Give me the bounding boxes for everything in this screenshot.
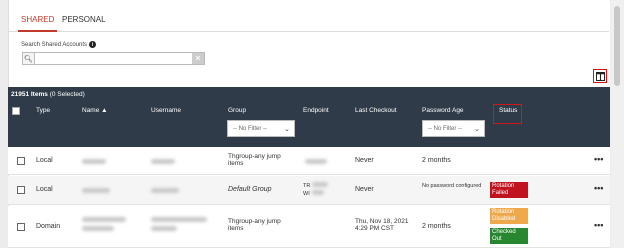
row-endpoint-redacted bbox=[311, 190, 324, 195]
status-highlight-box bbox=[493, 104, 522, 124]
search-label-text: Search Shared Accounts bbox=[21, 41, 88, 48]
row-endpoint-redacted bbox=[312, 182, 329, 187]
row-type: Local bbox=[36, 157, 53, 164]
row-last-checkout: Never bbox=[355, 186, 374, 193]
select-all-checkbox[interactable] bbox=[12, 107, 20, 115]
row-username-redacted bbox=[151, 217, 207, 231]
status-badge: Rotation Failed bbox=[490, 182, 528, 198]
clear-icon[interactable]: ✕ bbox=[192, 53, 204, 64]
more-icon[interactable]: ••• bbox=[594, 154, 603, 164]
item-count: 21951 Items (0 Selected) bbox=[11, 91, 85, 98]
search-input[interactable]: 🔍︎ ✕ bbox=[22, 52, 205, 65]
row-type: Local bbox=[36, 186, 53, 193]
row-endpoint: TR WI bbox=[303, 182, 329, 198]
row-last-checkout: Never bbox=[355, 157, 374, 164]
item-count-value: 21951 Items bbox=[11, 91, 48, 98]
search-icon[interactable]: 🔍︎ bbox=[23, 53, 35, 64]
column-toggle-button[interactable] bbox=[593, 69, 607, 83]
columns-icon bbox=[595, 71, 605, 81]
row-password-age: 2 months bbox=[422, 223, 451, 230]
row-name-redacted bbox=[82, 159, 106, 164]
blur-line bbox=[82, 226, 114, 231]
header-name[interactable]: Name ▲ bbox=[82, 107, 108, 114]
header-name-label: Name bbox=[82, 107, 100, 114]
grid-header: 21951 Items (0 Selected) Type Name ▲ Use… bbox=[8, 87, 610, 147]
chevron-down-icon: ⌄ bbox=[474, 126, 480, 133]
row-last-checkout: Thu, Nov 18, 2021 4:29 PM CST bbox=[355, 218, 409, 232]
row-password-age: No password configured bbox=[422, 183, 482, 189]
header-last-checkout[interactable]: Last Checkout bbox=[355, 107, 397, 114]
chevron-down-icon: ⌄ bbox=[284, 126, 290, 133]
row-name-redacted bbox=[82, 217, 126, 231]
table-row[interactable]: Local Default Group TR WI Never No passw… bbox=[8, 176, 610, 205]
header-username[interactable]: Username bbox=[151, 107, 181, 114]
blur-line bbox=[151, 217, 207, 222]
row-group: Thgroup-any jump items bbox=[228, 153, 281, 167]
more-icon[interactable]: ••• bbox=[594, 183, 603, 193]
header-endpoint[interactable]: Endpoint bbox=[303, 107, 329, 114]
status-badge: Checked Out bbox=[490, 228, 528, 244]
row-checkbox[interactable] bbox=[17, 186, 25, 194]
row-group: Default Group bbox=[228, 186, 272, 193]
vertical-scrollbar[interactable] bbox=[611, 0, 624, 248]
status-badge: Rotation Disabled bbox=[490, 208, 528, 224]
row-username-redacted bbox=[151, 159, 175, 164]
blur-line bbox=[82, 217, 126, 222]
header-password-age[interactable]: Password Age bbox=[422, 107, 464, 114]
row-type: Domain bbox=[36, 223, 61, 230]
row-username-redacted bbox=[151, 188, 179, 193]
tab-personal[interactable]: PERSONAL bbox=[59, 12, 109, 32]
header-group[interactable]: Group bbox=[228, 107, 246, 114]
password-age-filter-select[interactable]: -- No Filter -- ⌄ bbox=[422, 120, 485, 137]
row-endpoint-redacted bbox=[305, 159, 327, 164]
group-filter-select[interactable]: -- No Filter -- ⌄ bbox=[227, 120, 295, 137]
row-group: Thgroup-any jump items bbox=[228, 218, 281, 232]
row-password-age: 2 months bbox=[422, 157, 451, 164]
scrollbar-thumb[interactable] bbox=[614, 6, 620, 86]
tab-bar: SHARED PERSONAL bbox=[9, 10, 609, 32]
search-label: Search Shared Accounts i bbox=[21, 41, 97, 48]
table-row[interactable]: Local Thgroup-any jump items Never 2 mon… bbox=[8, 147, 610, 175]
info-icon[interactable]: i bbox=[89, 41, 97, 48]
row-checkbox[interactable] bbox=[17, 157, 25, 165]
group-filter-value: -- No Filter -- bbox=[233, 125, 267, 132]
blur-line bbox=[151, 226, 177, 231]
table-row[interactable]: Domain Thgroup-any jump items Thu, Nov 1… bbox=[8, 206, 610, 248]
password-age-filter-value: -- No Filter -- bbox=[428, 125, 462, 132]
more-icon[interactable]: ••• bbox=[594, 220, 603, 230]
row-name-redacted bbox=[82, 188, 110, 193]
sort-up-icon: ▲ bbox=[101, 107, 108, 114]
row-endpoint-prefix: TR bbox=[303, 183, 311, 189]
header-type[interactable]: Type bbox=[36, 107, 50, 114]
tab-shared[interactable]: SHARED bbox=[18, 12, 58, 32]
row-checkbox[interactable] bbox=[17, 223, 25, 231]
row-endpoint-prefix-2: WI bbox=[303, 191, 310, 197]
selected-count: (0 Selected) bbox=[49, 91, 85, 98]
